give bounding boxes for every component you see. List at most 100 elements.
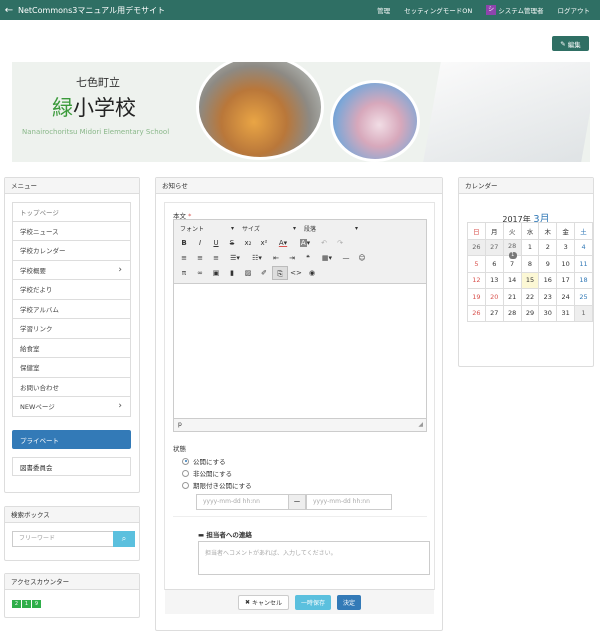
menu-item-letter[interactable]: 学校だより [12,280,131,300]
calendar-day[interactable]: 12 [467,271,486,289]
calendar-day[interactable]: 26 [467,304,486,322]
calendar-day[interactable]: 24 [556,288,576,306]
radio-unpublish[interactable]: 非公開にする [182,468,232,478]
calendar-day[interactable]: 25 [574,288,593,306]
calendar-day[interactable]: 31 [556,304,576,322]
publish-start-input[interactable]: yyyy-mm-dd hh:nn [196,494,289,510]
calendar-day[interactable]: 5 [467,255,486,273]
undo-icon[interactable]: ↶ [316,236,332,250]
calendar-day[interactable]: 13 [484,271,504,289]
cancel-button[interactable]: ✖ キャンセル [238,594,289,610]
edit-button[interactable]: ✎ 編集 [552,36,589,51]
menu-item-private[interactable]: プライベート [12,430,131,449]
calendar-day-today[interactable]: 15 [520,271,540,289]
outdent-icon[interactable]: ⇤ [268,251,284,265]
calendar-day[interactable]: 7 [502,255,522,273]
calendar-day[interactable]: 27 [484,304,504,322]
resize-handle-icon[interactable]: ◢ [418,419,423,431]
calendar-day[interactable]: 10 [556,255,576,273]
calendar-day[interactable]: 23 [538,288,558,306]
back-arrow-icon[interactable]: ← [0,5,18,16]
file-icon[interactable]: ▮ [224,266,240,280]
media-icon[interactable]: ▣ [208,266,224,280]
manage-link[interactable]: 管理 [377,5,390,15]
superscript-icon[interactable]: x² [256,236,272,250]
search-input[interactable]: フリーワード [12,531,114,547]
calendar-day[interactable]: 20 [484,288,504,306]
menu-item-overview[interactable]: 学校概要 › [12,260,131,280]
calendar-day[interactable]: 9 [538,255,558,273]
source-code-icon[interactable]: <> [288,266,304,280]
site-title[interactable]: NetCommons3マニュアル用デモサイト [18,5,363,16]
decide-button[interactable]: 決定 [336,594,361,610]
menu-item-links[interactable]: 学習リンク [12,319,131,339]
numbered-list-icon[interactable]: ☷▾ [246,251,268,265]
menu-item-library[interactable]: 図書委員会 [12,457,131,476]
align-center-icon[interactable]: ≡ [192,251,208,265]
calendar-day[interactable]: 4 [574,238,593,256]
link-icon[interactable]: ∞ [192,266,208,280]
menu-item-health[interactable]: 保健室 [12,358,131,378]
align-left-icon[interactable]: ≡ [176,251,192,265]
search-button[interactable]: ⌕ [113,531,135,547]
paragraph-dropdown[interactable]: 段落 ▾ [300,221,362,235]
bullet-list-icon[interactable]: ☰▾ [224,251,246,265]
menu-item-lunch[interactable]: 給食室 [12,338,131,358]
calendar-day[interactable]: 6 [484,255,504,273]
underline-icon[interactable]: U [208,236,224,250]
calendar-day[interactable]: 11 [574,255,593,273]
temp-save-button[interactable]: 一時保存 [294,594,331,610]
calendar-day[interactable]: 1 [520,238,540,256]
menu-item-news[interactable]: 学校ニュース [12,221,131,241]
emoticon-icon[interactable]: ☺ [354,251,370,265]
logout-link[interactable]: ログアウト [558,5,591,15]
attachment-icon[interactable]: ✐ [256,266,272,280]
calendar-day[interactable]: 1 [574,304,593,322]
text-color-icon[interactable]: A▾ [272,236,294,250]
redo-icon[interactable]: ↷ [332,236,348,250]
horizontal-rule-icon[interactable]: — [338,251,354,265]
calendar-day[interactable]: 18 [574,271,593,289]
setting-mode-link[interactable]: セッティングモードON [404,5,472,15]
font-size-dropdown[interactable]: サイズ ▾ [238,221,300,235]
subscript-icon[interactable]: x₂ [240,236,256,250]
calendar-day[interactable]: 26 [467,238,486,256]
menu-item-album[interactable]: 学校アルバム [12,299,131,319]
calendar-day[interactable]: 2 [538,238,558,256]
menu-item-calendar[interactable]: 学校カレンダー [12,241,131,261]
note-textarea[interactable]: 担当者へコメントがあれば、入力してください。 [198,541,430,575]
table-icon[interactable]: ▦▾ [316,251,338,265]
menu-item-contact[interactable]: お問い合わせ [12,377,131,397]
italic-icon[interactable]: I [192,236,208,250]
indent-icon[interactable]: ⇥ [284,251,300,265]
preview-icon[interactable]: ◉ [304,266,320,280]
calendar-day[interactable]: 28 [502,304,522,322]
font-family-dropdown[interactable]: フォント ▾ [176,221,238,235]
menu-item-top[interactable]: トップページ [12,202,131,222]
calendar-day[interactable]: 8 [520,255,540,273]
calendar-day[interactable]: 28 1 [502,238,522,259]
calendar-day[interactable]: 17 [556,271,576,289]
bold-icon[interactable]: B [176,236,192,250]
strikethrough-icon[interactable]: S [224,236,240,250]
calendar-day[interactable]: 30 [538,304,558,322]
calendar-day[interactable]: 19 [467,288,486,306]
publish-end-input[interactable]: yyyy-mm-dd hh:nn [306,494,392,510]
calendar-day[interactable]: 21 [502,288,522,306]
radio-limited-publish[interactable]: 期限付き公開にする [182,480,252,490]
image-icon[interactable]: ▨ [240,266,256,280]
calendar-day[interactable]: 3 [556,238,576,256]
align-right-icon[interactable]: ≡ [208,251,224,265]
background-color-icon[interactable]: A▾ [294,236,316,250]
blockquote-icon[interactable]: ❝ [300,251,316,265]
calendar-day[interactable]: 16 [538,271,558,289]
paste-text-icon[interactable]: ⎘ [272,266,288,280]
radio-publish[interactable]: 公開にする [182,456,226,466]
calendar-day[interactable]: 14 [502,271,522,289]
calendar-day[interactable]: 27 [484,238,504,256]
math-pi-icon[interactable]: π [176,266,192,280]
menu-item-new-page[interactable]: NEWページ › [12,397,131,417]
calendar-day[interactable]: 22 [520,288,540,306]
user-menu[interactable]: シシステム管理者 [486,5,544,15]
calendar-day[interactable]: 29 [520,304,540,322]
